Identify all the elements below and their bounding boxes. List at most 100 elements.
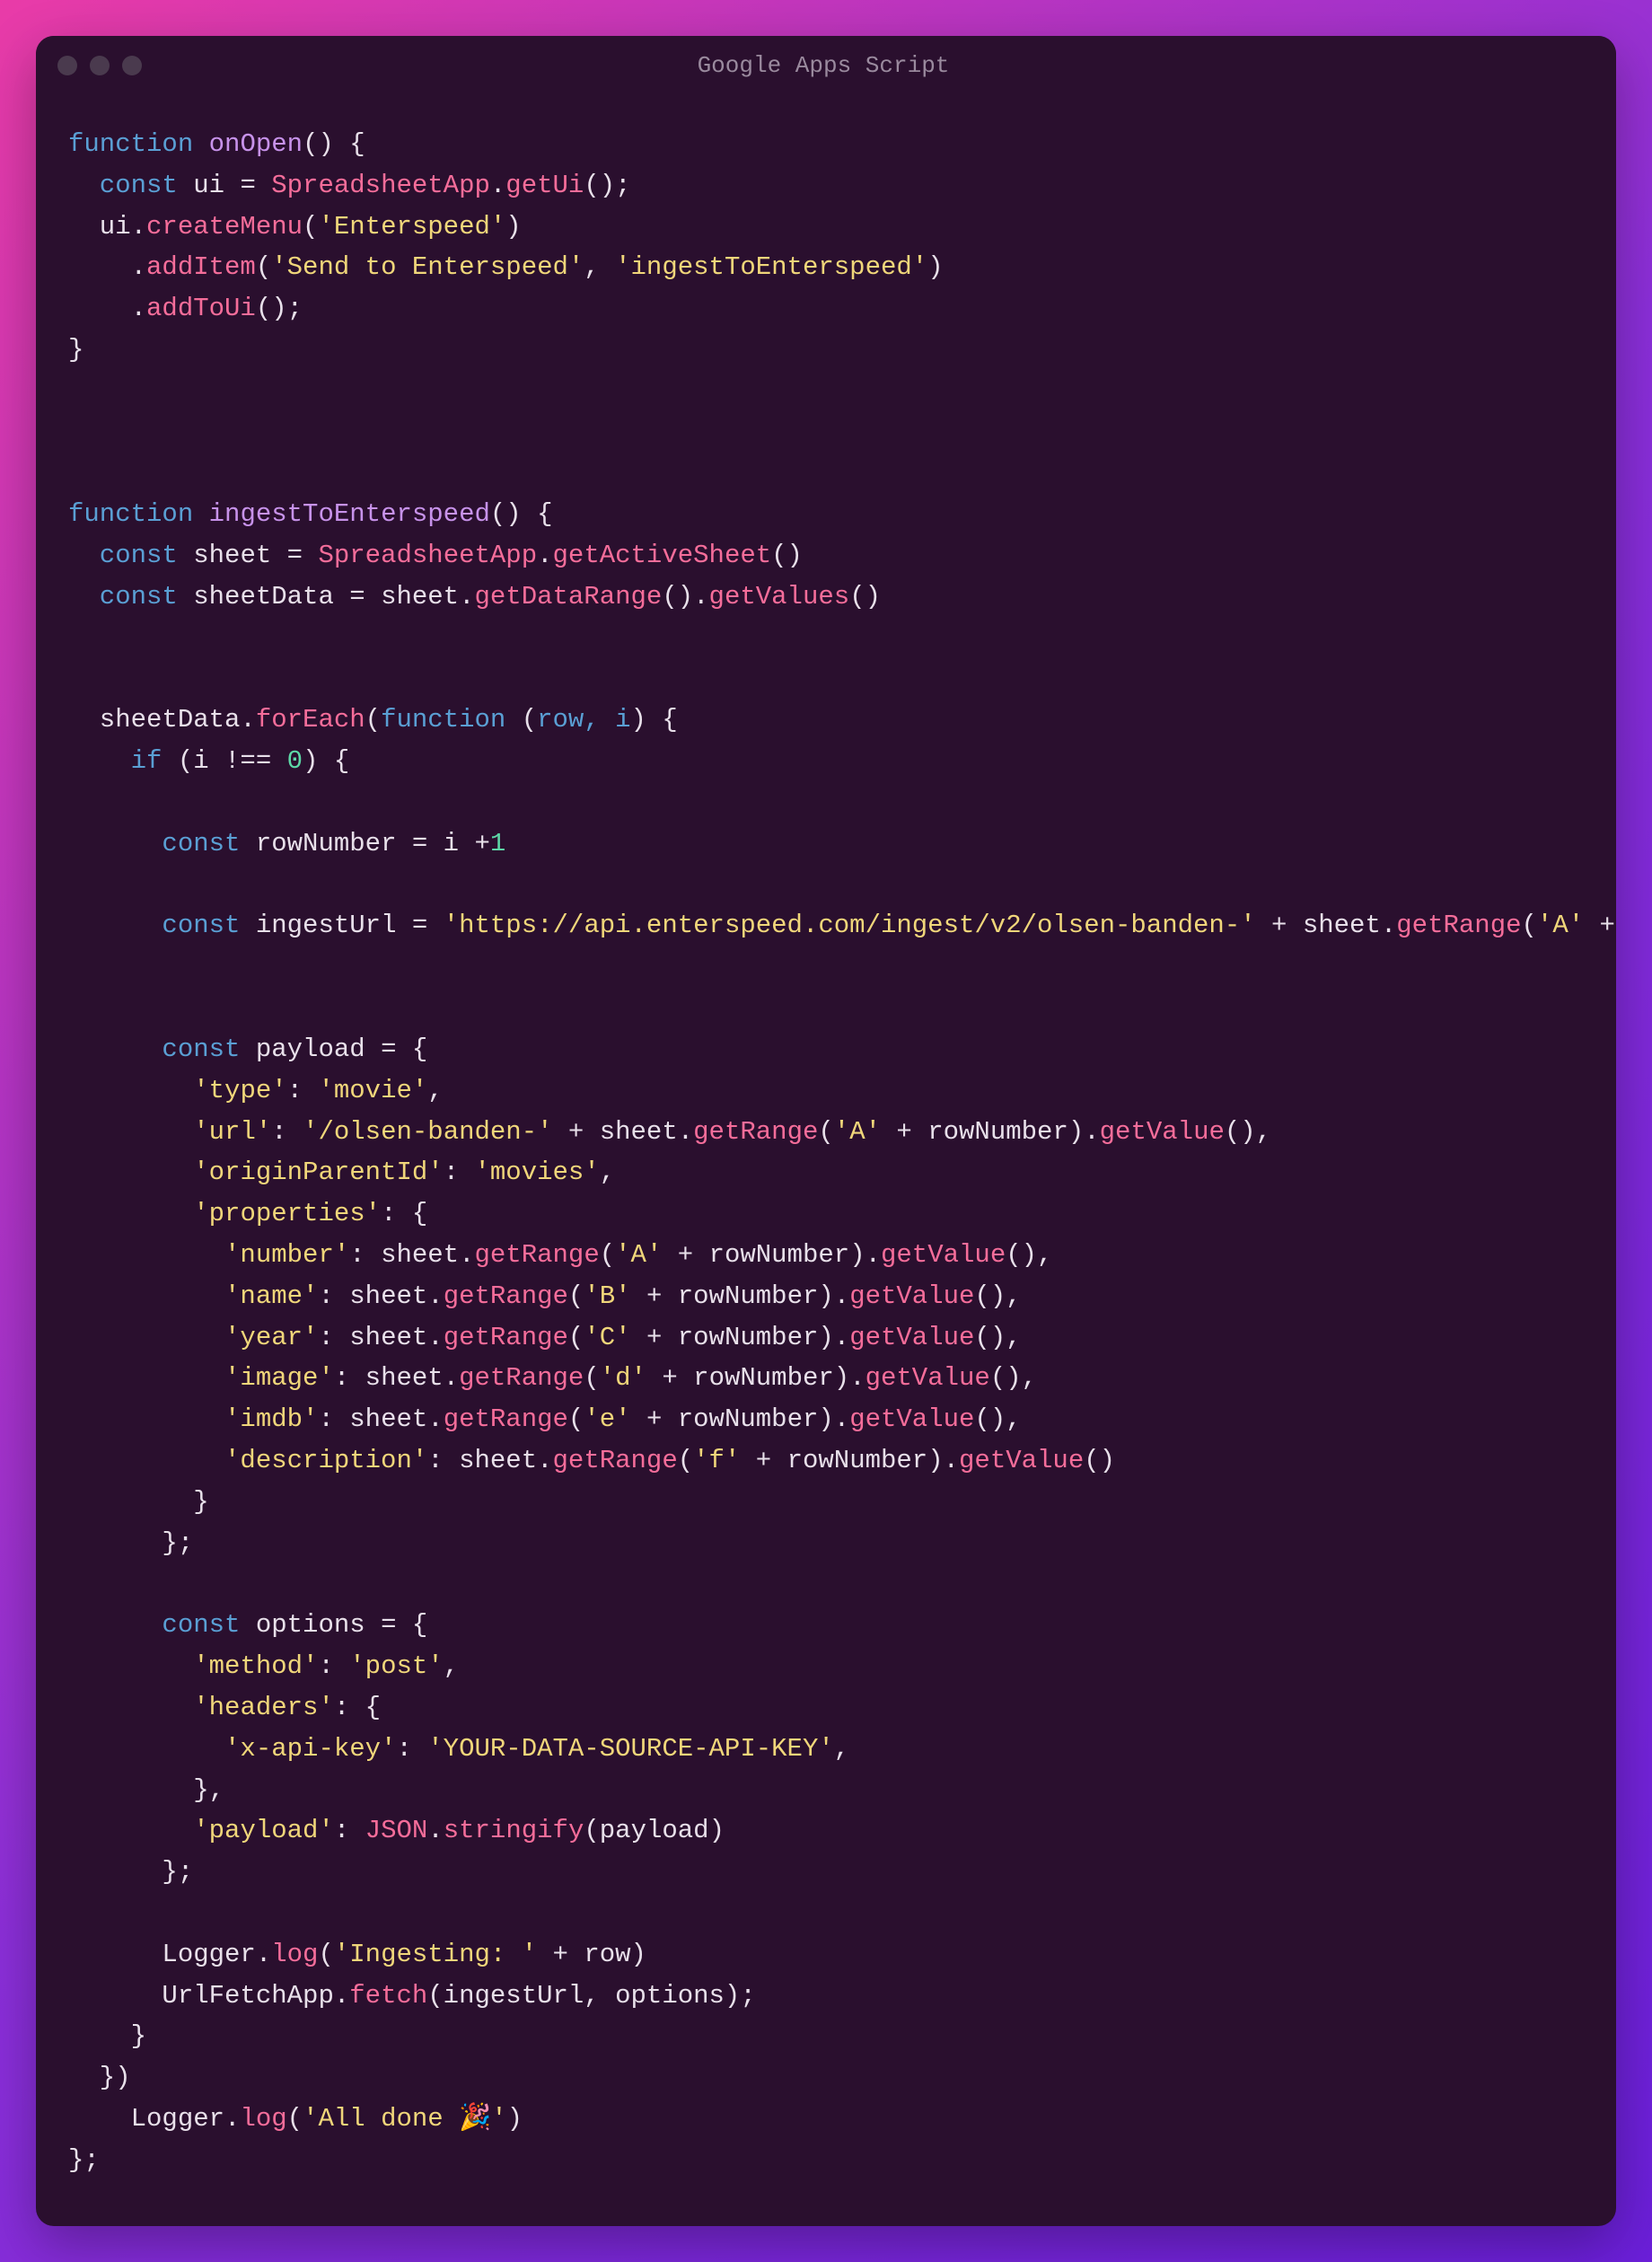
code-token: : xyxy=(271,1117,303,1147)
code-token: log xyxy=(271,1940,318,1969)
code-token: (i !== xyxy=(162,746,286,776)
code-token: 'Enterspeed' xyxy=(318,212,505,242)
code-token: 'number' xyxy=(224,1240,349,1270)
code-token: 'x-api-key' xyxy=(224,1734,396,1764)
code-token: 'YOUR-DATA-SOURCE-API-KEY' xyxy=(427,1734,833,1764)
code-token xyxy=(68,1117,193,1147)
code-token: (), xyxy=(1225,1117,1271,1147)
code-token: getRange xyxy=(553,1446,678,1475)
code-token: 'movie' xyxy=(318,1076,427,1105)
code-token: log xyxy=(240,2104,286,2134)
code-token: sheetData = sheet. xyxy=(178,582,475,612)
code-token: getValue xyxy=(881,1240,1006,1270)
code-token: getValue xyxy=(849,1404,974,1434)
code-token: + rowNumber). xyxy=(662,1240,881,1270)
code-token: }; xyxy=(68,1857,193,1887)
code-token: if xyxy=(68,746,162,776)
code-token: forEach xyxy=(256,705,365,735)
code-token: 'originParentId' xyxy=(193,1157,443,1187)
code-token: getValue xyxy=(866,1363,990,1393)
code-token: 'headers' xyxy=(193,1693,334,1722)
code-token: sheet = xyxy=(178,541,319,570)
code-token: const xyxy=(68,541,178,570)
code-token: 'image' xyxy=(224,1363,334,1393)
code-token: function xyxy=(68,129,193,159)
code-token xyxy=(68,1240,224,1270)
code-token: , xyxy=(600,1157,615,1187)
code-token xyxy=(68,1076,193,1105)
code-token: (); xyxy=(584,171,630,200)
code-token: ) { xyxy=(303,746,349,776)
code-token: getValue xyxy=(959,1446,1084,1475)
code-token: ) { xyxy=(631,705,678,735)
code-token: getRange xyxy=(693,1117,818,1147)
code-token: : xyxy=(334,1816,365,1845)
code-token: 'A' xyxy=(1537,911,1584,940)
code-token: ingestUrl = xyxy=(240,911,443,940)
code-token: addToUi xyxy=(146,294,256,323)
code-token: } xyxy=(68,1487,209,1517)
code-token: getValue xyxy=(1100,1117,1225,1147)
code-token: . xyxy=(68,252,146,282)
code-token: ( xyxy=(678,1446,693,1475)
code-token: addItem xyxy=(146,252,256,282)
code-token: + rowNumber). xyxy=(631,1281,850,1311)
code-token xyxy=(68,1734,224,1764)
code-token xyxy=(68,1199,193,1228)
code-token: ( xyxy=(568,1404,584,1434)
code-token: const xyxy=(68,171,178,200)
code-token: const xyxy=(68,829,240,858)
code-token: 'f' xyxy=(693,1446,740,1475)
code-token: payload = { xyxy=(240,1034,427,1064)
code-token: } xyxy=(68,335,83,365)
code-token: + rowNumber). xyxy=(631,1323,850,1352)
code-token: getRange xyxy=(444,1281,568,1311)
code-token: : sheet. xyxy=(318,1281,443,1311)
code-token: . xyxy=(68,294,146,323)
code-token xyxy=(68,1693,193,1722)
code-token: const xyxy=(68,582,178,612)
code-token: 'e' xyxy=(584,1404,630,1434)
titlebar: Google Apps Script xyxy=(36,36,1616,95)
code-token: Logger. xyxy=(68,2104,240,2134)
code-token: 'year' xyxy=(224,1323,318,1352)
code-token: options = { xyxy=(240,1610,427,1640)
code-token: SpreadsheetApp xyxy=(318,541,537,570)
code-token: 'imdb' xyxy=(224,1404,318,1434)
code-token: . xyxy=(427,1816,443,1845)
code-token: stringify xyxy=(444,1816,584,1845)
code-token: + rowNumber). xyxy=(740,1446,959,1475)
code-area[interactable]: function onOpen() { const ui = Spreadshe… xyxy=(36,95,1616,2226)
code-token: . xyxy=(490,171,505,200)
code-token: getRange xyxy=(444,1404,568,1434)
code-token: + row) xyxy=(537,1940,646,1969)
code-token: : { xyxy=(334,1693,381,1722)
code-token: ) xyxy=(505,212,521,242)
code-token: getRange xyxy=(459,1363,584,1393)
code-token: getRange xyxy=(1396,911,1521,940)
code-token: + rowNumber). xyxy=(631,1404,850,1434)
code-token: 1 xyxy=(490,829,505,858)
code-token: const xyxy=(68,1034,240,1064)
code-token: 'C' xyxy=(584,1323,630,1352)
code-token: () xyxy=(1084,1446,1115,1475)
code-token: 'method' xyxy=(193,1651,318,1681)
code-token: (). xyxy=(662,582,708,612)
code-token: getUi xyxy=(505,171,584,200)
code-token: ( xyxy=(818,1117,833,1147)
code-token xyxy=(68,1404,224,1434)
code-token: createMenu xyxy=(146,212,303,242)
code-token: function xyxy=(68,499,193,529)
code-token: : { xyxy=(381,1199,427,1228)
code-token: : xyxy=(444,1157,475,1187)
code-token: fetch xyxy=(349,1981,427,2011)
code-token xyxy=(68,1816,193,1845)
code-token: (); xyxy=(256,294,303,323)
code-token: getRange xyxy=(475,1240,600,1270)
code-token: (), xyxy=(974,1281,1021,1311)
code-token: , xyxy=(834,1734,849,1764)
code-token: ( xyxy=(287,2104,303,2134)
code-token xyxy=(68,1363,224,1393)
code-token: 'A' xyxy=(834,1117,881,1147)
code-token: (), xyxy=(990,1363,1037,1393)
